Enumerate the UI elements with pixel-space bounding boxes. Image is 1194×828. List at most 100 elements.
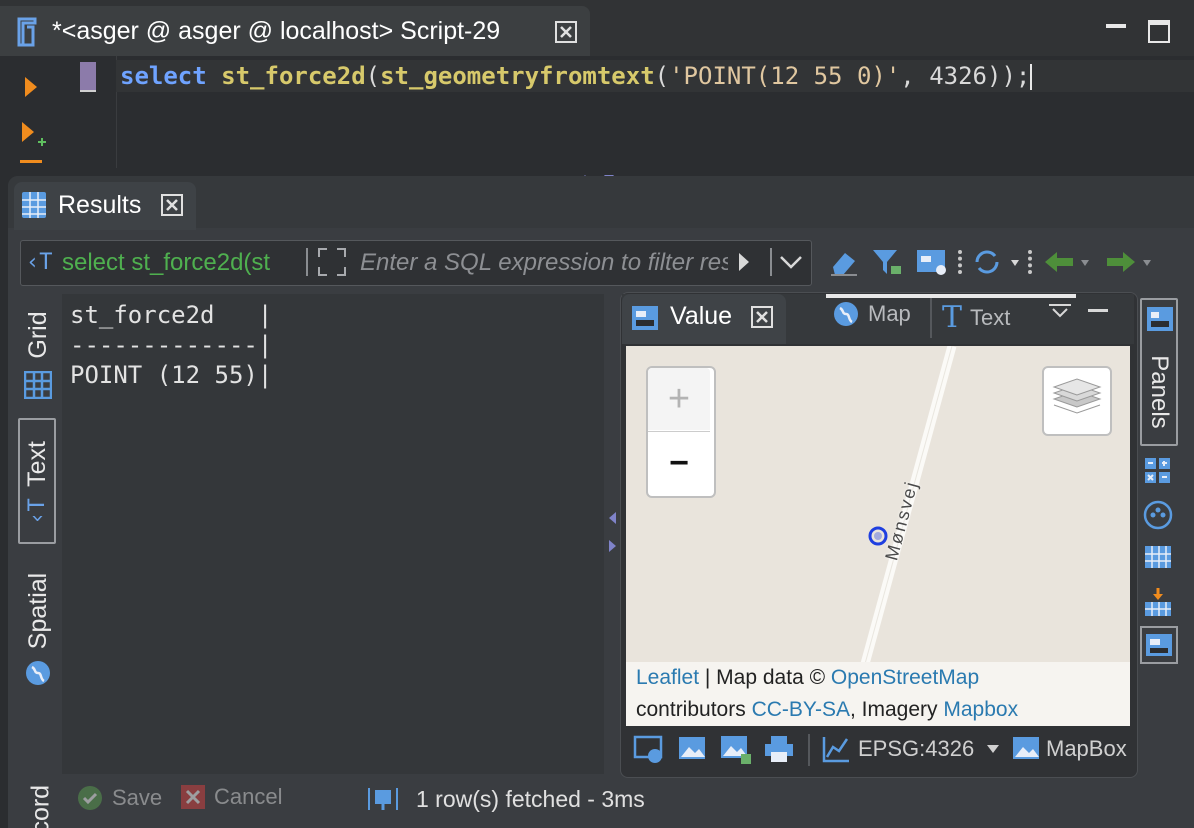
copy-image-icon[interactable] xyxy=(676,734,708,764)
layers-button[interactable] xyxy=(1042,366,1112,436)
text-format-icon: T xyxy=(942,300,963,335)
close-icon[interactable] xyxy=(554,20,578,44)
sash-arrows-icon[interactable] xyxy=(578,168,618,181)
basemap-selector[interactable]: MapBox xyxy=(1046,736,1127,762)
close-icon[interactable] xyxy=(750,305,774,329)
tab-text[interactable]: Text ‹T xyxy=(18,418,56,544)
filter-input[interactable] xyxy=(358,244,730,282)
view-menu-icon[interactable] xyxy=(1046,302,1074,322)
panels-toggle[interactable]: Panels xyxy=(1140,298,1178,446)
value-view-toggle[interactable] xyxy=(1140,626,1178,664)
function-st-geometryfromtext: st_geometryfromtext xyxy=(380,62,655,90)
back-arrow-icon[interactable] xyxy=(1040,248,1094,276)
filter-settings-icon[interactable] xyxy=(870,246,906,278)
zoom-in-button[interactable]: + xyxy=(648,368,710,430)
line-marker-underline xyxy=(80,90,96,92)
cancel-label: Cancel xyxy=(214,784,283,809)
close-icon[interactable] xyxy=(160,193,184,217)
grouping-icon[interactable] xyxy=(1142,500,1174,530)
globe-icon xyxy=(26,661,50,685)
references-icon[interactable] xyxy=(1142,586,1174,618)
zoom-out-button[interactable]: − xyxy=(648,432,710,494)
refresh-icon[interactable] xyxy=(970,246,1020,278)
comma: , xyxy=(900,62,930,90)
keyword-select: select xyxy=(120,62,207,90)
toolbar-separator xyxy=(1028,250,1036,274)
cancel-button[interactable]: Cancel xyxy=(180,784,282,810)
editor-tab-title: *<asger @ asger @ localhost> Script-29 xyxy=(52,17,501,45)
eraser-icon[interactable] xyxy=(828,248,860,278)
sql-code-line[interactable]: select st_force2d(st_geometryfromtext('P… xyxy=(120,60,1033,92)
panel-sash[interactable] xyxy=(606,510,618,554)
divider xyxy=(930,298,932,338)
fetch-info-icon xyxy=(366,784,400,814)
print-icon[interactable] xyxy=(762,734,796,764)
function-st-force2d: st_force2d xyxy=(221,62,366,90)
forward-arrow-icon[interactable] xyxy=(1100,248,1158,276)
attribution-imagery: , Imagery xyxy=(849,698,944,721)
save-label: Save xyxy=(112,785,163,810)
attribution-separator: | Map data © xyxy=(699,666,831,689)
openstreetmap-link[interactable]: OpenStreetMap xyxy=(831,666,979,689)
text-view-button[interactable]: T Text xyxy=(942,300,1010,335)
tab-grid-label: Grid xyxy=(23,311,52,359)
maximize-icon[interactable] xyxy=(1148,20,1170,43)
view-switch-indicator xyxy=(826,294,1076,298)
number-literal: 4326 xyxy=(929,62,987,90)
grid-icon xyxy=(24,371,52,399)
text-separator-row: -------------| xyxy=(70,331,273,359)
execute-in-new-tab-icon[interactable] xyxy=(20,120,48,150)
execute-statement-icon[interactable] xyxy=(20,74,42,100)
tab-grid[interactable]: Grid xyxy=(16,300,60,406)
string-literal: 'POINT(12 55 0)' xyxy=(669,62,901,90)
value-panel-icon xyxy=(630,302,662,334)
text-caret xyxy=(1030,64,1033,90)
panels-label: Panels xyxy=(1146,355,1173,429)
apply-filter-icon[interactable] xyxy=(734,250,754,274)
text-results-content: st_force2d | -------------| POINT (12 55)| xyxy=(70,300,272,390)
mapbox-link[interactable]: Mapbox xyxy=(943,698,1018,721)
expand-icon[interactable] xyxy=(316,246,348,278)
cc-by-sa-link[interactable]: CC-BY-SA xyxy=(752,698,850,721)
execute-script-icon[interactable] xyxy=(20,160,42,163)
panel-layout-icon[interactable] xyxy=(914,246,950,278)
results-grid-icon xyxy=(20,190,48,220)
editor-gutter xyxy=(0,56,117,168)
divider xyxy=(808,734,810,766)
filter-active-query[interactable]: select st_force2d(st xyxy=(62,249,300,277)
map-view-button[interactable]: Map xyxy=(832,300,911,328)
check-icon xyxy=(78,786,102,810)
text-header-row: st_force2d | xyxy=(70,301,273,329)
closing-parens: )); xyxy=(987,62,1031,90)
fetch-status-text: 1 row(s) fetched - 3ms xyxy=(416,786,645,812)
crs-selector[interactable]: EPSG:4326 xyxy=(858,736,974,762)
save-image-icon[interactable] xyxy=(718,734,754,766)
value-panel-icon xyxy=(1146,634,1172,656)
line-marker xyxy=(80,62,96,90)
filter-history-dropdown-icon[interactable] xyxy=(778,252,804,272)
chevron-down-icon[interactable] xyxy=(986,744,1000,754)
minimize-icon[interactable] xyxy=(1106,24,1126,28)
metadata-icon[interactable] xyxy=(1142,542,1174,572)
map-view-label: Map xyxy=(868,301,911,326)
save-button[interactable]: Save xyxy=(76,784,162,812)
globe-icon xyxy=(834,302,858,326)
open-in-browser-icon[interactable] xyxy=(632,734,666,764)
paren: ( xyxy=(365,62,381,90)
divider xyxy=(770,248,772,276)
text-view-label: Text xyxy=(970,304,1011,330)
sql-text-icon: ‹T xyxy=(26,250,53,275)
minimize-icon[interactable] xyxy=(1088,309,1108,312)
toolbar-separator xyxy=(958,250,966,274)
paren: ( xyxy=(654,62,670,90)
attribution-contributors: contributors xyxy=(636,698,752,721)
value-tab-title: Value xyxy=(670,302,733,330)
leaflet-link[interactable]: Leaflet xyxy=(636,666,699,689)
calculator-icon[interactable] xyxy=(1142,456,1174,486)
tab-spatial[interactable]: Spatial xyxy=(16,566,60,692)
layers-icon xyxy=(1052,378,1102,414)
tab-record-label: Record xyxy=(26,784,55,828)
tab-record[interactable]: Record xyxy=(16,784,60,828)
cancel-icon xyxy=(181,785,205,809)
basemap-image-icon xyxy=(1010,734,1042,764)
